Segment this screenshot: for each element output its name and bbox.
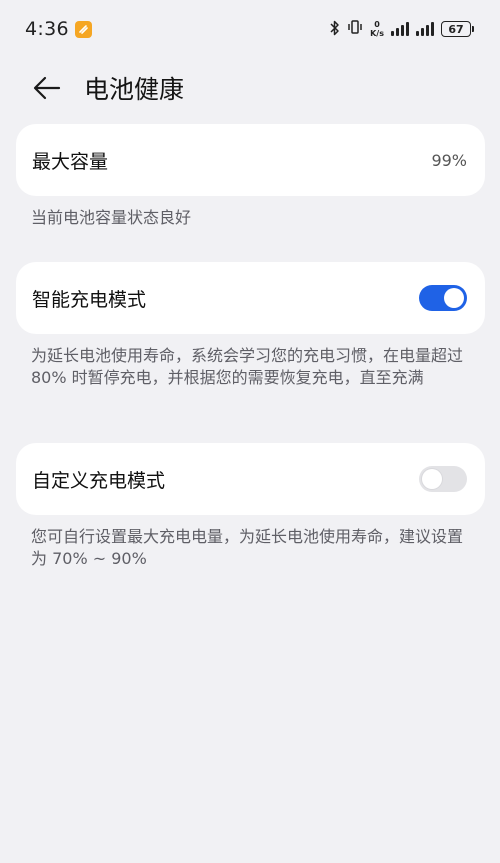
smart-charging-toggle[interactable] <box>419 285 467 311</box>
bluetooth-icon <box>330 20 340 39</box>
vibrate-icon <box>347 19 363 39</box>
max-capacity-value: 99% <box>431 150 467 170</box>
status-bar: 4:36 0 K/s 67 <box>0 0 500 58</box>
arrow-left-icon <box>33 76 61 100</box>
max-capacity-label: 最大容量 <box>32 150 109 173</box>
net-speed-unit: K/s <box>370 29 384 38</box>
toggle-knob <box>444 288 464 308</box>
max-capacity-description: 当前电池容量状态良好 <box>31 208 192 227</box>
status-time: 4:36 <box>25 18 69 40</box>
battery-level: 67 <box>441 21 471 37</box>
net-speed: 0 K/s <box>370 20 384 38</box>
smart-charging-description: 为延长电池使用寿命，系统会学习您的充电习惯，在电量超过 80% 时暂停充电，并根… <box>31 346 464 387</box>
header: 电池健康 <box>0 62 500 114</box>
smart-charging-label: 智能充电模式 <box>32 288 147 311</box>
custom-charging-card[interactable]: 自定义充电模式 <box>16 443 485 515</box>
max-capacity-card: 最大容量 99% <box>16 124 485 196</box>
back-button[interactable] <box>30 71 64 105</box>
custom-charging-toggle[interactable] <box>419 466 467 492</box>
smart-charging-card[interactable]: 智能充电模式 <box>16 262 485 334</box>
battery-icon: 67 <box>441 21 474 37</box>
toggle-knob <box>422 469 442 489</box>
page-title: 电池健康 <box>84 75 185 104</box>
custom-charging-description: 您可自行设置最大充电电量，为延长电池使用寿命，建议设置为 70% ~ 90% <box>31 527 464 568</box>
status-left: 4:36 <box>25 18 92 40</box>
signal-icon <box>391 22 409 36</box>
status-right: 0 K/s 67 <box>330 19 474 39</box>
custom-charging-label: 自定义充电模式 <box>32 469 166 492</box>
net-speed-value: 0 <box>374 20 380 29</box>
app-notification-icon <box>74 20 92 38</box>
signal-icon-2 <box>416 22 434 36</box>
